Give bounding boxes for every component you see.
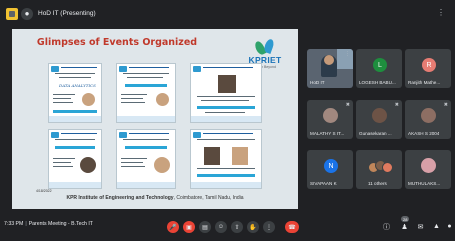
participant-name: SIVAPAAN K (310, 181, 337, 186)
participant-name: Ranjith Mathe... (408, 80, 441, 85)
participant-name: HoD IT (310, 80, 325, 85)
poster-tag: DATA ANALYTICS (59, 83, 96, 88)
mic-off-icon: ✖ (394, 102, 399, 108)
avatar (323, 108, 338, 123)
shared-screen-slide: Glimpses of Events Organized KPRIET Lear… (12, 29, 298, 209)
lock-icon[interactable]: ● (445, 222, 454, 231)
people-icon[interactable]: ♟ (400, 222, 409, 231)
mic-icon: ● (21, 7, 33, 20)
avatar: N (324, 159, 338, 173)
slide-title: Glimpses of Events Organized (36, 37, 198, 48)
presenting-chip[interactable]: ● HoD IT (Presenting) (6, 6, 96, 21)
participant-tile[interactable]: ⋮ HoD IT (307, 49, 353, 88)
presenter-name: HoD IT (Presenting) (38, 10, 96, 17)
participant-tile[interactable]: MUTHULAKS... (405, 150, 451, 189)
participant-tile[interactable]: ✖ MALATHY S IT... (307, 100, 353, 139)
avatar (421, 108, 436, 123)
chat-icon[interactable]: ✉ (416, 222, 425, 231)
others-tile[interactable]: 11 others (356, 150, 402, 189)
info-icon[interactable]: ⓘ (382, 222, 391, 231)
leaf-logo-icon (253, 38, 276, 57)
top-bar: ● HoD IT (Presenting) ⋮ (0, 0, 455, 28)
mic-off-button[interactable]: 🎤 (167, 221, 179, 233)
participant-tile[interactable]: ✖ Gunasekaran ... (356, 100, 402, 139)
event-poster: DATA ANALYTICS (48, 63, 102, 123)
event-poster (116, 63, 176, 123)
event-poster (48, 129, 102, 189)
clock-time: 7:33 PM (4, 221, 24, 227)
avatar (372, 108, 387, 123)
avatar (421, 158, 436, 173)
present-button[interactable]: ⇧ (231, 221, 243, 233)
participant-name: MALATHY S IT... (310, 131, 345, 136)
more-icon[interactable]: ⋮ (437, 8, 447, 18)
participant-name: LOGESH BABU... (359, 80, 396, 85)
raise-hand-button[interactable]: ✋ (247, 221, 259, 233)
participant-name: MUTHULAKS... (408, 181, 441, 186)
more-icon[interactable]: ⋮ (345, 51, 350, 57)
slide-date: 4/18/2022 (36, 189, 52, 193)
others-count: 11 others (368, 181, 387, 186)
participant-name: Gunasekaran ... (359, 131, 392, 136)
meeting-title: Parents Meeting - B.Tech IT (28, 221, 93, 227)
mic-off-icon: ✖ (443, 102, 448, 108)
participant-tile[interactable]: R Ranjith Mathe... (405, 49, 451, 88)
event-poster (116, 129, 176, 189)
camera-off-button[interactable]: ▣ (183, 221, 195, 233)
avatar: R (422, 58, 436, 72)
presentation-icon (6, 7, 18, 20)
event-poster (190, 129, 262, 189)
slide-footer: KPR Institute of Engineering and Technol… (12, 195, 298, 201)
activities-icon[interactable]: ▲ (432, 222, 441, 231)
emoji-button[interactable]: ☺ (215, 221, 227, 233)
participant-tile[interactable]: N SIVAPAAN K (307, 150, 353, 189)
institute-name: KPR Institute of Engineering and Technol… (66, 195, 174, 201)
avatar: L (373, 58, 387, 72)
leave-call-button[interactable]: ☎ (285, 221, 299, 233)
captions-button[interactable]: ▤ (199, 221, 211, 233)
mic-off-icon: ✖ (345, 102, 350, 108)
participant-name: AKASH S 2004 (408, 131, 440, 136)
bottom-bar: 7:33 PM | Parents Meeting - B.Tech IT 🎤 ▣ … (0, 212, 455, 241)
more-options-button[interactable]: ⋮ (263, 221, 275, 233)
others-avatars (368, 160, 393, 173)
participant-tile[interactable]: L LOGESH BABU... (356, 49, 402, 88)
participant-tile[interactable]: ✖ AKASH S 2004 (405, 100, 451, 139)
meeting-info: 7:33 PM | Parents Meeting - B.Tech IT (4, 221, 93, 227)
institute-location: , Coimbatore, Tamil Nadu, India (173, 195, 244, 201)
event-poster (190, 63, 262, 123)
